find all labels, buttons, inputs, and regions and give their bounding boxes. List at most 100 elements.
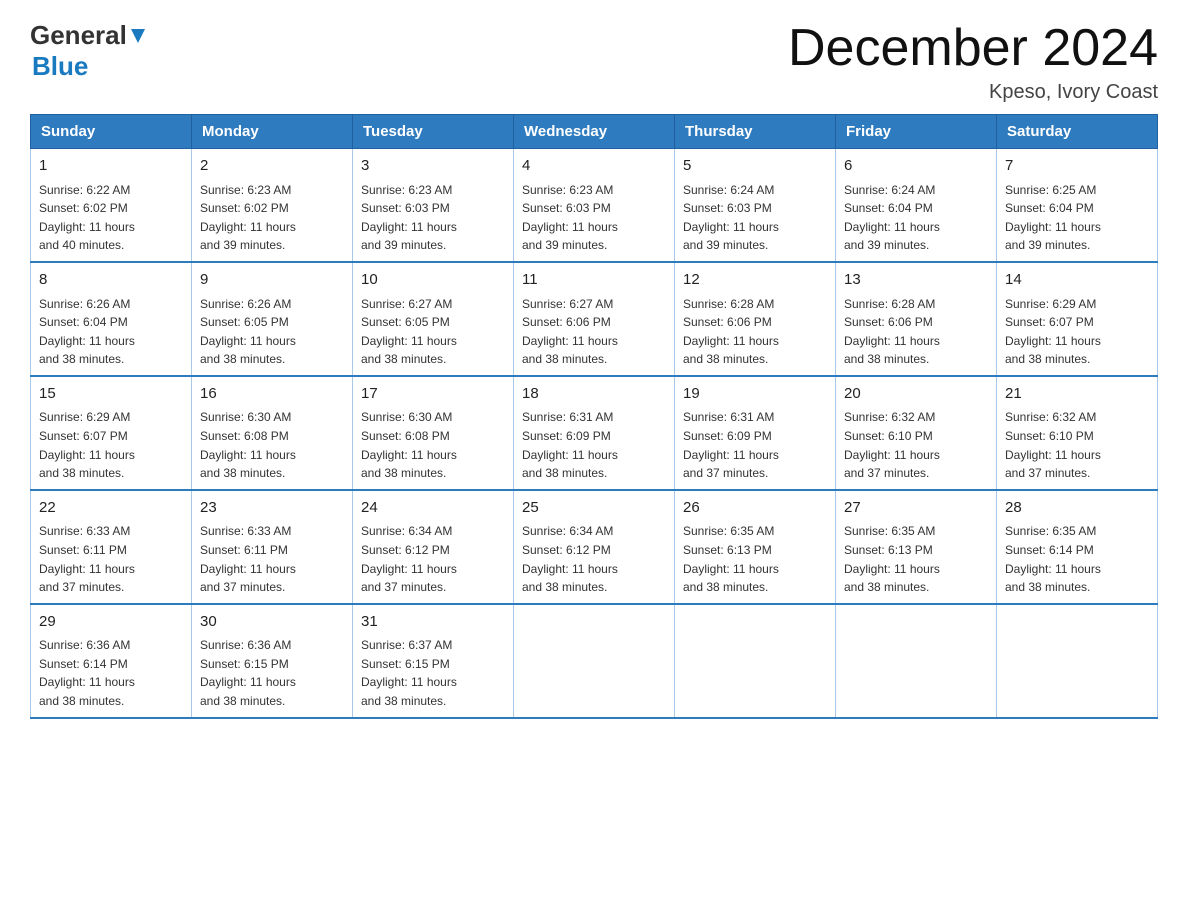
cell-content: Sunrise: 6:27 AMSunset: 6:05 PMDaylight:…: [361, 295, 505, 369]
header-tuesday: Tuesday: [353, 115, 514, 149]
day-number: 10: [361, 269, 505, 292]
calendar-week-row: 1 Sunrise: 6:22 AMSunset: 6:02 PMDaylight…: [31, 149, 1158, 262]
cell-content: Sunrise: 6:34 AMSunset: 6:12 PMDaylight:…: [522, 522, 666, 596]
day-number: 13: [844, 269, 988, 292]
day-number: 29: [39, 611, 183, 634]
day-number: 3: [361, 155, 505, 178]
calendar-cell: 30Sunrise: 6:36 AMSunset: 6:15 PMDayligh…: [192, 604, 353, 718]
cell-content: Sunrise: 6:32 AMSunset: 6:10 PMDaylight:…: [844, 408, 988, 482]
calendar-cell: 27Sunrise: 6:35 AMSunset: 6:13 PMDayligh…: [836, 490, 997, 604]
cell-content: Sunrise: 6:35 AMSunset: 6:14 PMDaylight:…: [1005, 522, 1149, 596]
cell-content: Sunrise: 6:35 AMSunset: 6:13 PMDaylight:…: [683, 522, 827, 596]
cell-content: Sunrise: 6:31 AMSunset: 6:09 PMDaylight:…: [522, 408, 666, 482]
day-number: 28: [1005, 497, 1149, 520]
day-number: 5: [683, 155, 827, 178]
day-number: 30: [200, 611, 344, 634]
cell-content: Sunrise: 6:23 AMSunset: 6:03 PMDaylight:…: [522, 181, 666, 255]
cell-content: Sunrise: 6:23 AMSunset: 6:02 PMDaylight:…: [200, 181, 344, 255]
calendar-week-row: 15Sunrise: 6:29 AMSunset: 6:07 PMDayligh…: [31, 376, 1158, 490]
cell-content: Sunrise: 6:36 AMSunset: 6:14 PMDaylight:…: [39, 636, 183, 710]
calendar-cell: 22Sunrise: 6:33 AMSunset: 6:11 PMDayligh…: [31, 490, 192, 604]
calendar-cell: [836, 604, 997, 718]
calendar-cell: 20Sunrise: 6:32 AMSunset: 6:10 PMDayligh…: [836, 376, 997, 490]
header-sunday: Sunday: [31, 115, 192, 149]
calendar-cell: 31Sunrise: 6:37 AMSunset: 6:15 PMDayligh…: [353, 604, 514, 718]
cell-content: Sunrise: 6:33 AMSunset: 6:11 PMDaylight:…: [200, 522, 344, 596]
month-title: December 2024: [788, 20, 1158, 77]
day-number: 20: [844, 383, 988, 406]
cell-content: Sunrise: 6:34 AMSunset: 6:12 PMDaylight:…: [361, 522, 505, 596]
cell-content: Sunrise: 6:22 AMSunset: 6:02 PMDaylight:…: [39, 181, 183, 255]
day-number: 14: [1005, 269, 1149, 292]
cell-content: Sunrise: 6:24 AMSunset: 6:03 PMDaylight:…: [683, 181, 827, 255]
day-number: 12: [683, 269, 827, 292]
header-monday: Monday: [192, 115, 353, 149]
day-number: 11: [522, 269, 666, 292]
calendar-cell: 24Sunrise: 6:34 AMSunset: 6:12 PMDayligh…: [353, 490, 514, 604]
header-thursday: Thursday: [675, 115, 836, 149]
cell-content: Sunrise: 6:26 AMSunset: 6:05 PMDaylight:…: [200, 295, 344, 369]
cell-content: Sunrise: 6:29 AMSunset: 6:07 PMDaylight:…: [39, 408, 183, 482]
header-friday: Friday: [836, 115, 997, 149]
cell-content: Sunrise: 6:24 AMSunset: 6:04 PMDaylight:…: [844, 181, 988, 255]
day-number: 19: [683, 383, 827, 406]
day-number: 1: [39, 155, 183, 178]
day-number: 4: [522, 155, 666, 178]
calendar-cell: 2 Sunrise: 6:23 AMSunset: 6:02 PMDaylight…: [192, 149, 353, 262]
cell-content: Sunrise: 6:30 AMSunset: 6:08 PMDaylight:…: [200, 408, 344, 482]
calendar-cell: 28Sunrise: 6:35 AMSunset: 6:14 PMDayligh…: [997, 490, 1158, 604]
logo-general-text: General: [30, 20, 127, 51]
day-number: 8: [39, 269, 183, 292]
calendar-header-row: SundayMondayTuesdayWednesdayThursdayFrid…: [31, 115, 1158, 149]
cell-content: Sunrise: 6:30 AMSunset: 6:08 PMDaylight:…: [361, 408, 505, 482]
calendar-cell: 12 Sunrise: 6:28 AMSunset: 6:06 PMDayligh…: [675, 262, 836, 376]
calendar-cell: 26Sunrise: 6:35 AMSunset: 6:13 PMDayligh…: [675, 490, 836, 604]
calendar-cell: 3 Sunrise: 6:23 AMSunset: 6:03 PMDaylight…: [353, 149, 514, 262]
calendar-week-row: 8 Sunrise: 6:26 AMSunset: 6:04 PMDaylight…: [31, 262, 1158, 376]
cell-content: Sunrise: 6:37 AMSunset: 6:15 PMDaylight:…: [361, 636, 505, 710]
cell-content: Sunrise: 6:36 AMSunset: 6:15 PMDaylight:…: [200, 636, 344, 710]
calendar-cell: [675, 604, 836, 718]
logo-blue-text: Blue: [32, 51, 88, 81]
cell-content: Sunrise: 6:31 AMSunset: 6:09 PMDaylight:…: [683, 408, 827, 482]
calendar-table: SundayMondayTuesdayWednesdayThursdayFrid…: [30, 114, 1158, 718]
logo: General Blue: [30, 20, 149, 82]
calendar-cell: 6 Sunrise: 6:24 AMSunset: 6:04 PMDaylight…: [836, 149, 997, 262]
cell-content: Sunrise: 6:28 AMSunset: 6:06 PMDaylight:…: [844, 295, 988, 369]
calendar-week-row: 22 Sunrise: 6:33 AMSunset: 6:11 PMDayligh…: [31, 490, 1158, 604]
day-number: 2: [200, 155, 344, 178]
calendar-cell: 1 Sunrise: 6:22 AMSunset: 6:02 PMDaylight…: [31, 149, 192, 262]
cell-content: Sunrise: 6:25 AMSunset: 6:04 PMDaylight:…: [1005, 181, 1149, 255]
day-number: 26: [683, 497, 827, 520]
header-wednesday: Wednesday: [514, 115, 675, 149]
cell-content: Sunrise: 6:35 AMSunset: 6:13 PMDaylight:…: [844, 522, 988, 596]
day-number: 22: [39, 497, 183, 520]
day-number: 31: [361, 611, 505, 634]
calendar-cell: 29Sunrise: 6:36 AMSunset: 6:14 PMDayligh…: [31, 604, 192, 718]
day-number: 24: [361, 497, 505, 520]
cell-content: Sunrise: 6:26 AMSunset: 6:04 PMDaylight:…: [39, 295, 183, 369]
calendar-cell: 15Sunrise: 6:29 AMSunset: 6:07 PMDayligh…: [31, 376, 192, 490]
logo-arrow-icon: [127, 25, 149, 47]
day-number: 16: [200, 383, 344, 406]
day-number: 17: [361, 383, 505, 406]
cell-content: Sunrise: 6:23 AMSunset: 6:03 PMDaylight:…: [361, 181, 505, 255]
calendar-cell: 10 Sunrise: 6:27 AMSunset: 6:05 PMDayligh…: [353, 262, 514, 376]
calendar-cell: 13 Sunrise: 6:28 AMSunset: 6:06 PMDayligh…: [836, 262, 997, 376]
cell-content: Sunrise: 6:28 AMSunset: 6:06 PMDaylight:…: [683, 295, 827, 369]
day-number: 18: [522, 383, 666, 406]
calendar-cell: 25Sunrise: 6:34 AMSunset: 6:12 PMDayligh…: [514, 490, 675, 604]
calendar-cell: 16Sunrise: 6:30 AMSunset: 6:08 PMDayligh…: [192, 376, 353, 490]
location-subtitle: Kpeso, Ivory Coast: [788, 81, 1158, 104]
page-header: General Blue December 2024 Kpeso, Ivory …: [30, 20, 1158, 104]
calendar-cell: [997, 604, 1158, 718]
calendar-cell: 5 Sunrise: 6:24 AMSunset: 6:03 PMDaylight…: [675, 149, 836, 262]
calendar-cell: [514, 604, 675, 718]
calendar-cell: 14Sunrise: 6:29 AMSunset: 6:07 PMDayligh…: [997, 262, 1158, 376]
day-number: 21: [1005, 383, 1149, 406]
calendar-cell: 9Sunrise: 6:26 AMSunset: 6:05 PMDaylight…: [192, 262, 353, 376]
calendar-week-row: 29Sunrise: 6:36 AMSunset: 6:14 PMDayligh…: [31, 604, 1158, 718]
day-number: 27: [844, 497, 988, 520]
day-number: 6: [844, 155, 988, 178]
day-number: 25: [522, 497, 666, 520]
